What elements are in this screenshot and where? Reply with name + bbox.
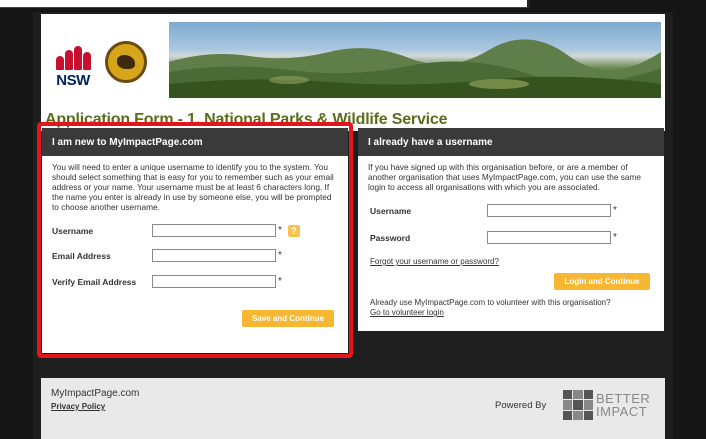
existing-user-heading: I already have a username: [358, 128, 664, 156]
existing-user-panel: I already have a username If you have si…: [358, 128, 664, 331]
required-marker: *: [278, 249, 282, 261]
new-user-heading: I am new to MyImpactPage.com: [42, 128, 348, 156]
site-header: NSW: [41, 14, 665, 109]
powered-by-label: Powered By: [495, 400, 547, 411]
verify-email-input[interactable]: [152, 275, 276, 288]
email-label: Email Address: [52, 250, 111, 261]
landscape-banner: [169, 22, 661, 98]
existing-user-intro: If you have signed up with this organisa…: [368, 162, 642, 192]
required-marker: *: [613, 231, 617, 243]
login-username-input[interactable]: [487, 204, 611, 217]
nsw-logo: NSW: [51, 35, 95, 89]
better-impact-line2: IMPACT: [596, 404, 648, 419]
new-user-panel: I am new to MyImpactPage.com You will ne…: [42, 128, 348, 353]
page: NSW Application Form - 1. National Parks…: [33, 12, 673, 439]
help-icon[interactable]: ?: [287, 224, 300, 237]
window-frame: NSW Application Form - 1. National Parks…: [0, 0, 706, 439]
password-label: Password: [370, 232, 411, 243]
footer-brand: MyImpactPage.com: [51, 388, 140, 399]
save-and-continue-button[interactable]: Save and Continue: [242, 310, 334, 327]
page-title: Application Form - 1. National Parks & W…: [45, 111, 448, 128]
better-impact-grid-icon: [563, 390, 593, 420]
required-marker: *: [278, 275, 282, 287]
username-label: Username: [52, 225, 94, 236]
verify-email-label: Verify Email Address: [52, 276, 137, 287]
better-impact-logo[interactable]: BETTER IMPACT: [563, 386, 659, 424]
volunteer-note: Already use MyImpactPage.com to voluntee…: [370, 298, 611, 307]
password-input[interactable]: [487, 231, 611, 244]
new-username-input[interactable]: [152, 224, 276, 237]
top-strip: [0, 0, 530, 8]
forgot-credentials-link[interactable]: Forgot your username or password?: [370, 257, 499, 266]
volunteer-login-link[interactable]: Go to volunteer login: [370, 308, 444, 317]
login-and-continue-button[interactable]: Login and Continue: [554, 273, 650, 290]
logos: NSW: [51, 22, 161, 102]
privacy-policy-link[interactable]: Privacy Policy: [51, 402, 105, 411]
required-marker: *: [278, 224, 282, 236]
required-marker: *: [613, 204, 617, 216]
nsw-logo-text: NSW: [56, 72, 90, 89]
new-user-intro: You will need to enter a unique username…: [52, 162, 334, 212]
login-username-label: Username: [370, 205, 412, 216]
footer: MyImpactPage.com Privacy Policy Powered …: [41, 378, 665, 439]
lyrebird-emblem-icon: [105, 41, 147, 83]
waratah-icon: [54, 44, 92, 70]
email-input[interactable]: [152, 249, 276, 262]
